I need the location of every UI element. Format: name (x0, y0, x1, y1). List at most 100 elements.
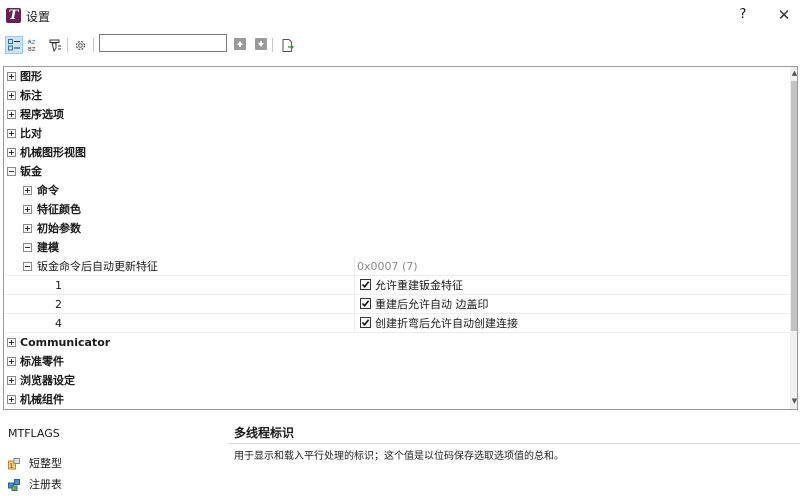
svg-text:1: 1 (10, 463, 14, 470)
option-checkbox[interactable] (360, 317, 371, 328)
tree-item-label: 比对 (20, 127, 42, 140)
tree-item-label: 机械组件 (20, 393, 64, 406)
option-bit: 2 (55, 298, 62, 311)
toolbar-separator (272, 38, 273, 52)
column-divider (354, 295, 355, 314)
app-logo-icon: T (6, 8, 21, 23)
title-bar: T 设置 ? ✕ (0, 0, 810, 32)
option-bit: 1 (55, 279, 62, 292)
filter-button[interactable] (46, 36, 64, 54)
help-button[interactable]: ? (733, 5, 753, 25)
checkmark-icon (361, 300, 370, 308)
property-row[interactable]: 钣金命令后自动更新特征 0x0007 (7) (4, 257, 789, 276)
expand-icon[interactable] (7, 91, 16, 100)
categorized-view-button[interactable] (5, 36, 23, 54)
expand-icon[interactable] (23, 186, 32, 195)
type-label: 短整型 (29, 457, 62, 470)
tree-item-sheetmetal[interactable]: 钣金 (4, 162, 789, 181)
tree-item-browser-settings[interactable]: 浏览器设定 (4, 371, 789, 390)
tree-item-compare[interactable]: 比对 (4, 124, 789, 143)
expand-icon[interactable] (23, 205, 32, 214)
variable-name: MTFLAGS (8, 427, 60, 440)
description-text: 用于显示和载入平行处理的标识；这个值是以位码保存选取选项值的总和。 (234, 451, 564, 462)
tree-item-mechanical-components[interactable]: 机械组件 (4, 390, 789, 409)
export-button[interactable] (279, 36, 297, 54)
tree-item-program-options[interactable]: 程序选项 (4, 105, 789, 124)
document-arrow-icon (282, 38, 294, 52)
settings-tree: 图形 标注 程序选项 比对 机械图形视图 钣金 命令 特征颜色 初始参数 建模 … (3, 66, 798, 410)
scroll-thumb[interactable] (791, 81, 797, 331)
expand-icon[interactable] (7, 110, 16, 119)
description-title: 多线程标识 (234, 426, 295, 440)
expand-icon[interactable] (7, 376, 16, 385)
tree-item-feature-colors[interactable]: 特征颜色 (4, 200, 789, 219)
option-label: 重建后允许自动 边盖印 (375, 298, 489, 311)
tree-item-label: 初始参数 (37, 222, 81, 235)
toolbar-separator (93, 38, 94, 52)
tree-item-mechanical-views[interactable]: 机械图形视图 (4, 143, 789, 162)
previous-match-button[interactable] (234, 38, 246, 50)
close-icon: ✕ (777, 6, 791, 24)
expand-icon[interactable] (7, 395, 16, 404)
column-divider (354, 276, 355, 295)
tree-item-label: 标准零件 (20, 355, 64, 368)
description-divider (228, 443, 800, 444)
svg-text:AZ: AZ (28, 40, 36, 46)
tree-item-label: 浏览器设定 (20, 374, 75, 387)
option-row[interactable]: 1 允许重建钣金特征 (4, 276, 789, 295)
tree-item-communicator[interactable]: Communicator (4, 333, 789, 352)
search-input[interactable] (99, 34, 227, 52)
settings-button[interactable] (71, 36, 89, 54)
tree-item-standard-parts[interactable]: 标准零件 (4, 352, 789, 371)
tree-item-label: Communicator (20, 336, 111, 349)
option-row[interactable]: 4 创建折弯后允许自动创建连接 (4, 314, 789, 333)
expand-icon[interactable] (7, 357, 16, 366)
data-type-icon: 1 (8, 458, 20, 470)
property-value: 0x0007 (7) (357, 260, 418, 273)
tree-item-commands[interactable]: 命令 (4, 181, 789, 200)
option-checkbox[interactable] (360, 298, 371, 309)
tree-item-graphics[interactable]: 图形 (4, 67, 789, 86)
checkmark-icon (361, 281, 370, 289)
option-label: 允许重建钣金特征 (375, 279, 463, 292)
tree-item-initial-params[interactable]: 初始参数 (4, 219, 789, 238)
arrow-down-icon (258, 41, 264, 47)
vertical-scrollbar[interactable]: ▲ ▼ (790, 67, 797, 409)
categorized-icon (8, 39, 20, 51)
checkmark-icon (361, 319, 370, 327)
alphabetical-sort-button[interactable]: ᴬ AZ BZ (25, 36, 43, 54)
arrow-up-icon (237, 41, 243, 47)
option-checkbox[interactable] (360, 279, 371, 290)
tree-item-modeling[interactable]: 建模 (4, 238, 789, 257)
gear-icon (75, 40, 85, 50)
tree-item-label: 建模 (37, 241, 59, 254)
expand-icon[interactable] (7, 72, 16, 81)
toolbar-separator (67, 38, 68, 52)
expand-icon[interactable] (7, 148, 16, 157)
tree-item-label: 程序选项 (20, 108, 64, 121)
window-title: 设置 (26, 10, 51, 24)
expand-icon[interactable] (7, 338, 16, 347)
scroll-up-icon[interactable]: ▲ (790, 69, 797, 77)
column-divider (354, 314, 355, 333)
expand-icon[interactable] (7, 129, 16, 138)
option-label: 创建折弯后允许自动创建连接 (375, 317, 518, 330)
property-name: 钣金命令后自动更新特征 (37, 260, 158, 273)
registry-icon (8, 479, 20, 491)
close-button[interactable]: ✕ (773, 5, 795, 25)
tree-item-label: 钣金 (20, 165, 42, 178)
scroll-down-icon[interactable]: ▼ (790, 397, 797, 405)
tree-item-label: 机械图形视图 (20, 146, 86, 159)
option-bit: 4 (55, 317, 62, 330)
next-match-button[interactable] (255, 38, 267, 50)
filter-icon (49, 39, 61, 52)
storage-label: 注册表 (29, 478, 62, 491)
option-row[interactable]: 2 重建后允许自动 边盖印 (4, 295, 789, 314)
collapse-icon[interactable] (7, 167, 16, 176)
collapse-icon[interactable] (23, 243, 32, 252)
expand-icon[interactable] (23, 224, 32, 233)
tree-item-annotation[interactable]: 标注 (4, 86, 789, 105)
collapse-icon[interactable] (23, 262, 32, 271)
tree-item-label: 特征颜色 (37, 203, 81, 216)
sort-az-icon: ᴬ AZ BZ (28, 39, 36, 52)
